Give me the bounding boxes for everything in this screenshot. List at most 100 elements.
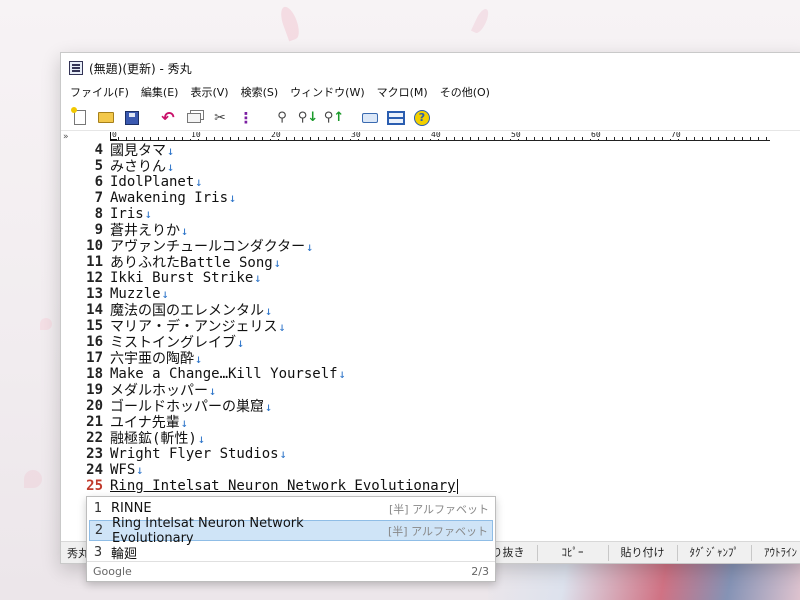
- petal-decoration: [24, 470, 42, 488]
- ime-page-indicator: 2/3: [471, 565, 489, 578]
- eol-mark: ↓: [161, 287, 169, 301]
- find-next-button[interactable]: ⚲↓: [297, 107, 319, 129]
- line-number: 24: [86, 462, 103, 478]
- title-bar[interactable]: (無題)(更新) - 秀丸: [61, 53, 800, 83]
- menu-file[interactable]: ファイル(F): [65, 83, 134, 103]
- gutter-mark: »: [63, 132, 69, 142]
- open-button[interactable]: [95, 107, 117, 129]
- line-text: 融極鉱(斬性)↓: [110, 431, 206, 447]
- ruler-label: 0: [111, 132, 118, 139]
- new-file-button[interactable]: [69, 107, 91, 129]
- current-line[interactable]: 25 Ring Intelsat Neuron Network Evolution…: [61, 478, 458, 494]
- line-number: 19: [86, 382, 103, 398]
- line-number: 16: [86, 334, 103, 350]
- paste-button[interactable]: ⋮: [235, 107, 257, 129]
- editor-line[interactable]: 6 IdolPlanet↓: [61, 174, 458, 190]
- function-key-paste[interactable]: 貼り付け: [607, 544, 677, 561]
- tag-jump-icon: [362, 112, 378, 123]
- ruler-label: 50: [510, 132, 522, 139]
- petal-decoration: [40, 318, 52, 330]
- line-number: 22: [86, 430, 103, 446]
- candidate-word: Ring Intelsat Neuron Network Evolutionar…: [112, 515, 304, 546]
- menu-macro[interactable]: マクロ(M): [372, 83, 433, 103]
- toolbar: ↶ ✂ ⋮ ⚲ ⚲↓ ⚲↑ ?: [61, 105, 800, 131]
- new-file-icon: [71, 107, 86, 125]
- line-number: 5: [94, 158, 103, 174]
- undo-button[interactable]: ↶: [157, 107, 179, 129]
- ruler-label: 40: [430, 132, 442, 139]
- editor-line[interactable]: 17 六宇亜の陶酔↓: [61, 350, 458, 367]
- menu-bar: ファイル(F) 編集(E) 表示(V) 検索(S) ウィンドウ(W) マクロ(M…: [61, 83, 800, 103]
- line-text: ありふれたBattle Song↓: [110, 255, 281, 271]
- find-button[interactable]: ⚲: [271, 107, 293, 129]
- line-text: Wright Flyer Studios↓: [110, 446, 287, 462]
- editor-line[interactable]: 12 Ikki Burst Strike↓: [61, 270, 458, 286]
- candidate-number: 2: [94, 523, 104, 538]
- ime-footer: Google 2/3: [87, 561, 495, 581]
- function-key-outline[interactable]: ｱｳﾄﾗｲﾝ: [751, 544, 800, 561]
- line-text: Ikki Burst Strike↓: [110, 270, 262, 286]
- line-number: 6: [94, 174, 103, 190]
- function-key-tag-jump[interactable]: ﾀｸﾞｼﾞｬﾝﾌﾟ: [676, 544, 752, 561]
- cut-button[interactable]: ✂: [209, 107, 231, 129]
- editor-line[interactable]: 22 融極鉱(斬性)↓: [61, 430, 458, 447]
- find-prev-button[interactable]: ⚲↑: [323, 107, 345, 129]
- window-button[interactable]: [385, 107, 407, 129]
- ruler-label: 70: [670, 132, 682, 139]
- eol-mark: ↓: [195, 175, 203, 189]
- text-editor[interactable]: » 0 10 20 30 40 50 60 70 4 國見タマ↓ 5 みさりん↓ 6…: [61, 132, 800, 541]
- ime-composition-text: Ring Intelsat Neuron Network Evolutionar…: [110, 478, 458, 494]
- eol-mark: ↓: [237, 336, 245, 350]
- line-number: 7: [94, 190, 103, 206]
- petal-decoration: [470, 7, 492, 35]
- menu-window[interactable]: ウィンドウ(W): [285, 83, 369, 103]
- line-text: Awakening Iris↓: [110, 190, 237, 206]
- ruler-label: 10: [190, 132, 202, 139]
- ime-candidate[interactable]: 3 輪廻: [89, 542, 493, 563]
- ime-candidate-window: 1 RINNE [半] アルファベット 2 Ring Intelsat Neur…: [86, 496, 496, 582]
- line-text: みさりん↓: [110, 159, 175, 175]
- line-number: 13: [86, 286, 103, 302]
- menu-other[interactable]: その他(O): [435, 83, 495, 103]
- find-next-icon: ⚲↓: [297, 110, 319, 125]
- line-number: 12: [86, 270, 103, 286]
- copy-button[interactable]: [183, 107, 205, 129]
- editor-line[interactable]: 7 Awakening Iris↓: [61, 190, 458, 206]
- menu-view[interactable]: 表示(V): [185, 83, 233, 103]
- editor-line[interactable]: 5 みさりん↓: [61, 158, 458, 175]
- undo-icon: ↶: [161, 108, 175, 127]
- menu-edit[interactable]: 編集(E): [136, 83, 184, 103]
- candidate-type: [半] アルファベット: [388, 524, 488, 538]
- eol-mark: ↓: [136, 463, 144, 477]
- candidate-number: 1: [93, 501, 103, 516]
- line-text: IdolPlanet↓: [110, 174, 203, 190]
- tag-jump-button[interactable]: [359, 107, 381, 129]
- paste-icon: ⋮: [238, 108, 254, 127]
- save-button[interactable]: [121, 107, 143, 129]
- eol-mark: ↓: [279, 447, 287, 461]
- editor-line[interactable]: 24 WFS↓: [61, 462, 458, 478]
- column-ruler: 0 10 20 30 40 50 60 70: [110, 132, 770, 141]
- help-button[interactable]: ?: [411, 107, 433, 129]
- menu-search[interactable]: 検索(S): [236, 83, 284, 103]
- eol-mark: ↓: [278, 320, 286, 334]
- help-icon: ?: [414, 109, 430, 126]
- line-number: 10: [86, 238, 103, 254]
- open-folder-icon: [98, 112, 114, 123]
- cut-icon: ✂: [214, 109, 226, 126]
- eol-mark: ↓: [265, 400, 273, 414]
- eol-mark: ↓: [229, 191, 237, 205]
- line-number: 14: [86, 302, 103, 318]
- eol-mark: ↓: [254, 271, 262, 285]
- editor-line[interactable]: 23 Wright Flyer Studios↓: [61, 446, 458, 462]
- ime-candidate-selected[interactable]: 2 Ring Intelsat Neuron Network Evolution…: [89, 516, 493, 546]
- function-key-copy[interactable]: ｺﾋﾟｰ: [536, 544, 608, 561]
- line-number: 21: [86, 414, 103, 430]
- editor-line[interactable]: 11 ありふれたBattle Song↓: [61, 254, 458, 271]
- ruler-label: 20: [270, 132, 282, 139]
- line-number: 18: [86, 366, 103, 382]
- ruler-label: 30: [350, 132, 362, 139]
- candidate-type: [半] アルファベット: [389, 502, 489, 516]
- eol-mark: ↓: [197, 432, 206, 446]
- line-text: 六宇亜の陶酔↓: [110, 351, 203, 367]
